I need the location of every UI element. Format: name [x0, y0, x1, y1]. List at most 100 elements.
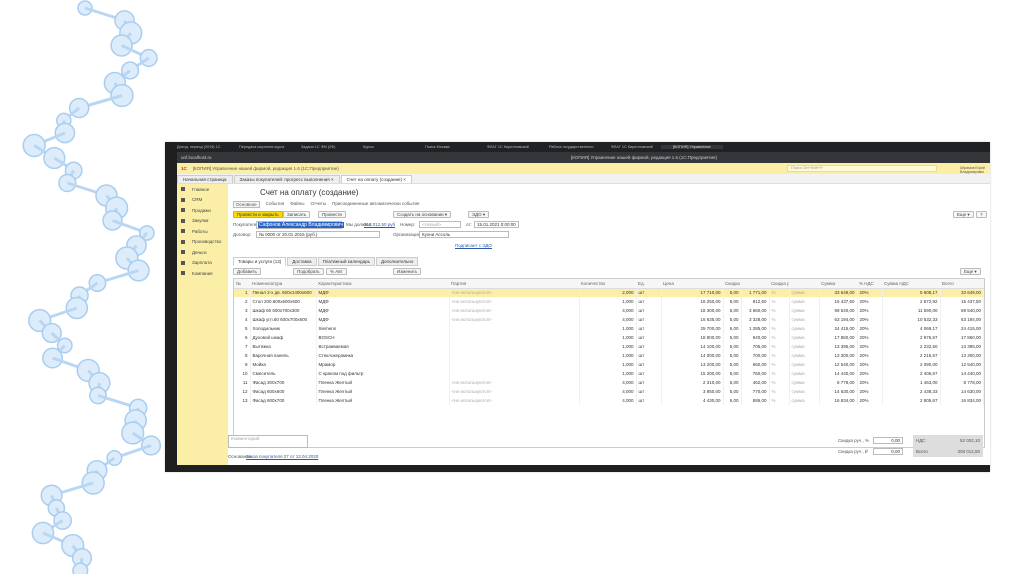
number-field[interactable]: <Новый>	[419, 221, 461, 228]
column-header[interactable]: Номенклатура	[250, 279, 316, 289]
sidebar-item[interactable]: Зарплата	[177, 258, 228, 269]
sidebar-item[interactable]: Деньги	[177, 247, 228, 258]
sidebar-item[interactable]: Закупки	[177, 216, 228, 227]
column-header[interactable]	[741, 279, 769, 289]
table-cell: 11	[234, 378, 251, 387]
contract-label: Договор:	[233, 232, 252, 237]
table-cell: сумма	[789, 387, 820, 396]
table-cell: МДФ	[316, 315, 450, 324]
form-link[interactable]: Файлы	[290, 201, 304, 208]
column-header[interactable]: Всего	[940, 279, 984, 289]
column-header[interactable]: Цена	[661, 279, 723, 289]
post-button[interactable]: Провести	[318, 211, 346, 218]
sidebar-item[interactable]: CRM	[177, 195, 228, 206]
comment-field[interactable]: Комментарий	[228, 435, 308, 448]
table-cell: <не используются>	[449, 378, 580, 387]
tab-home[interactable]: Начальная страница	[177, 175, 233, 183]
sidebar-item[interactable]: Работы	[177, 226, 228, 237]
column-header[interactable]: Характеристика	[316, 279, 449, 289]
column-header[interactable]: Сумма НДС	[882, 279, 940, 289]
inner-tab[interactable]: Доставка	[287, 257, 317, 266]
table-row[interactable]: 8 Варочная панель Стеклокерамика 1,000 шт 14 …	[234, 351, 984, 360]
sidebar-item[interactable]: Компания	[177, 268, 228, 279]
table-cell: Смеситель	[250, 369, 317, 378]
sidebar-item[interactable]: Продажи	[177, 205, 228, 216]
edo-button[interactable]: ЭДО ▾	[468, 211, 490, 218]
browser-tab[interactable]: ФЛАГ 1С Кирилловский	[599, 145, 661, 149]
section-icon	[181, 197, 185, 202]
help-button[interactable]: ?	[976, 211, 987, 218]
address-bar[interactable]: unf.localhost.ru [КОПИЯ] Управление нашей…	[177, 152, 990, 163]
table-cell	[449, 351, 580, 360]
table-cell: 69 540,00	[819, 306, 858, 315]
browser-tab[interactable]: Задачи 1С ФМ (2Ф)	[289, 145, 351, 149]
pick-button[interactable]: Подобрать	[293, 268, 324, 275]
browser-tab[interactable]: ФЛАГ 1С Кирилловский	[475, 145, 537, 149]
basis-link[interactable]: Заказ покупателя 27 от 12.04.2020	[246, 454, 318, 459]
column-header[interactable]: Сумма	[819, 279, 857, 289]
add-button[interactable]: Добавить	[233, 268, 261, 275]
create-based-button[interactable]: Создать на основании ▾	[393, 211, 452, 218]
column-header[interactable]: Скидка руч.	[769, 279, 789, 289]
browser-tab[interactable]: Работа государственного	[537, 145, 599, 149]
user-name[interactable]: Абрамов Юрий Владимирович	[960, 166, 990, 174]
table-more-button[interactable]: Еще ▾	[960, 268, 981, 275]
post-and-close-button[interactable]: Провести и закрыть	[233, 211, 283, 218]
column-header[interactable]: % НДС	[857, 279, 882, 289]
browser-tab[interactable]: Курсы	[351, 145, 413, 149]
column-header[interactable]: Количество	[579, 279, 636, 289]
save-button[interactable]: Записать	[283, 211, 311, 218]
form-link[interactable]: Присоединенные автоматически события	[332, 201, 419, 208]
column-header[interactable]: Партия	[449, 279, 579, 289]
table-row[interactable]: 11 Фасад 300х700 Пленка Желтый <не использу…	[234, 378, 984, 387]
form-links: Основное События Файлы Отчеты Присоединенные…	[233, 201, 419, 208]
form-link[interactable]: События	[266, 201, 285, 208]
table-cell: шт	[636, 306, 662, 315]
signer-link[interactable]: Подписант с ЭДО	[455, 243, 492, 248]
tab-invoice[interactable]: Счет на оплату (создание) ×	[340, 175, 412, 183]
form-link[interactable]: Отчеты	[311, 201, 327, 208]
inner-tab[interactable]: Дополнительно	[375, 257, 419, 266]
column-header[interactable]: Скидка авт.	[723, 279, 741, 289]
org-field[interactable]: Кухни Ассоль	[419, 231, 509, 238]
table-row[interactable]: 2 Стол 200.600х600х600 МДФ <не используются…	[234, 297, 984, 306]
table-row[interactable]: 13 Фасад 600х700 Пленка Желтый <не использу…	[234, 396, 984, 405]
sidebar-item[interactable]: Производство	[177, 237, 228, 248]
date-field[interactable]: 15.01.2021 0:00:00	[474, 221, 519, 228]
sidebar-item[interactable]: Главное	[177, 184, 228, 195]
more-button[interactable]: Еще ▾	[953, 211, 974, 218]
debt-link[interactable]: 315 012,50 руб	[364, 222, 395, 227]
form-link[interactable]: Основное	[233, 201, 260, 208]
column-header[interactable]	[789, 279, 819, 289]
table-row[interactable]: 12 Фасад 600х600 Пленка Желтый <не использу…	[234, 387, 984, 396]
table-row[interactable]: 4 Шкаф угл.60 600х700х600 МДФ <не использую…	[234, 315, 984, 324]
inner-tabs: Товары и услуги (13) Доставка Платежный ка…	[233, 257, 419, 266]
table-cell: шт	[636, 333, 662, 342]
table-row[interactable]: 6 Духовой шкаф BOSCH 1,000 шт 18 800,00 5,00 94…	[234, 333, 984, 342]
table-row[interactable]: 5 Холодильник Siemens 1,000 шт 25 700,00 5,00 1…	[234, 324, 984, 333]
app-title: [КОПИЯ] Управление нашей фирмой, редакци…	[192, 166, 339, 171]
table-row[interactable]: 7 Вытяжка Встраиваемая 1,000 шт 14 100,00 5,00…	[234, 342, 984, 351]
inner-tab[interactable]: Платежный календарь	[317, 257, 375, 266]
change-button[interactable]: Изменить	[393, 268, 422, 275]
browser-tab[interactable]: [КОПИЯ] Управление	[661, 145, 723, 149]
auto-discount-button[interactable]: % Авт	[326, 268, 347, 275]
table-row[interactable]: 3 Шкаф 60 600х700х300 МДФ <не используются>…	[234, 306, 984, 315]
table-row[interactable]: 10 Смеситель С краном под фильтр 1,000 шт 15 …	[234, 369, 984, 378]
inner-tab[interactable]: Товары и услуги (13)	[233, 257, 287, 266]
table-cell: 5,00	[723, 333, 742, 342]
browser-tab[interactable]: Поиск Москва	[413, 145, 475, 149]
search-input[interactable]: Поиск Ctrl+Shift+F	[787, 165, 937, 172]
contract-field[interactable]: № 0000 от 20.01.2015 (руб.)	[256, 231, 380, 238]
column-header[interactable]: №	[234, 279, 250, 289]
manual-discount-sum-field[interactable]: 0,00	[873, 448, 903, 455]
buyer-field[interactable]: Сафонов Александр Владимирович	[258, 221, 344, 228]
tab-orders[interactable]: Заказы покупателей: прогресс выполнения …	[233, 175, 340, 183]
table-row[interactable]: 1 Пенал 2-х дв. 600х1400х600 МДФ <не исполь…	[234, 288, 984, 297]
table-cell: 5,00	[723, 360, 742, 369]
table-cell: 4,000	[579, 378, 637, 387]
browser-tab[interactable]: Передача изучения курса	[227, 145, 289, 149]
table-row[interactable]: 9 Мойка Мрамор 1,000 шт 13 200,00 5,00 660,00% с…	[234, 360, 984, 369]
column-header[interactable]: Ед.	[636, 279, 661, 289]
manual-discount-pct-field[interactable]: 0,00	[873, 437, 903, 444]
